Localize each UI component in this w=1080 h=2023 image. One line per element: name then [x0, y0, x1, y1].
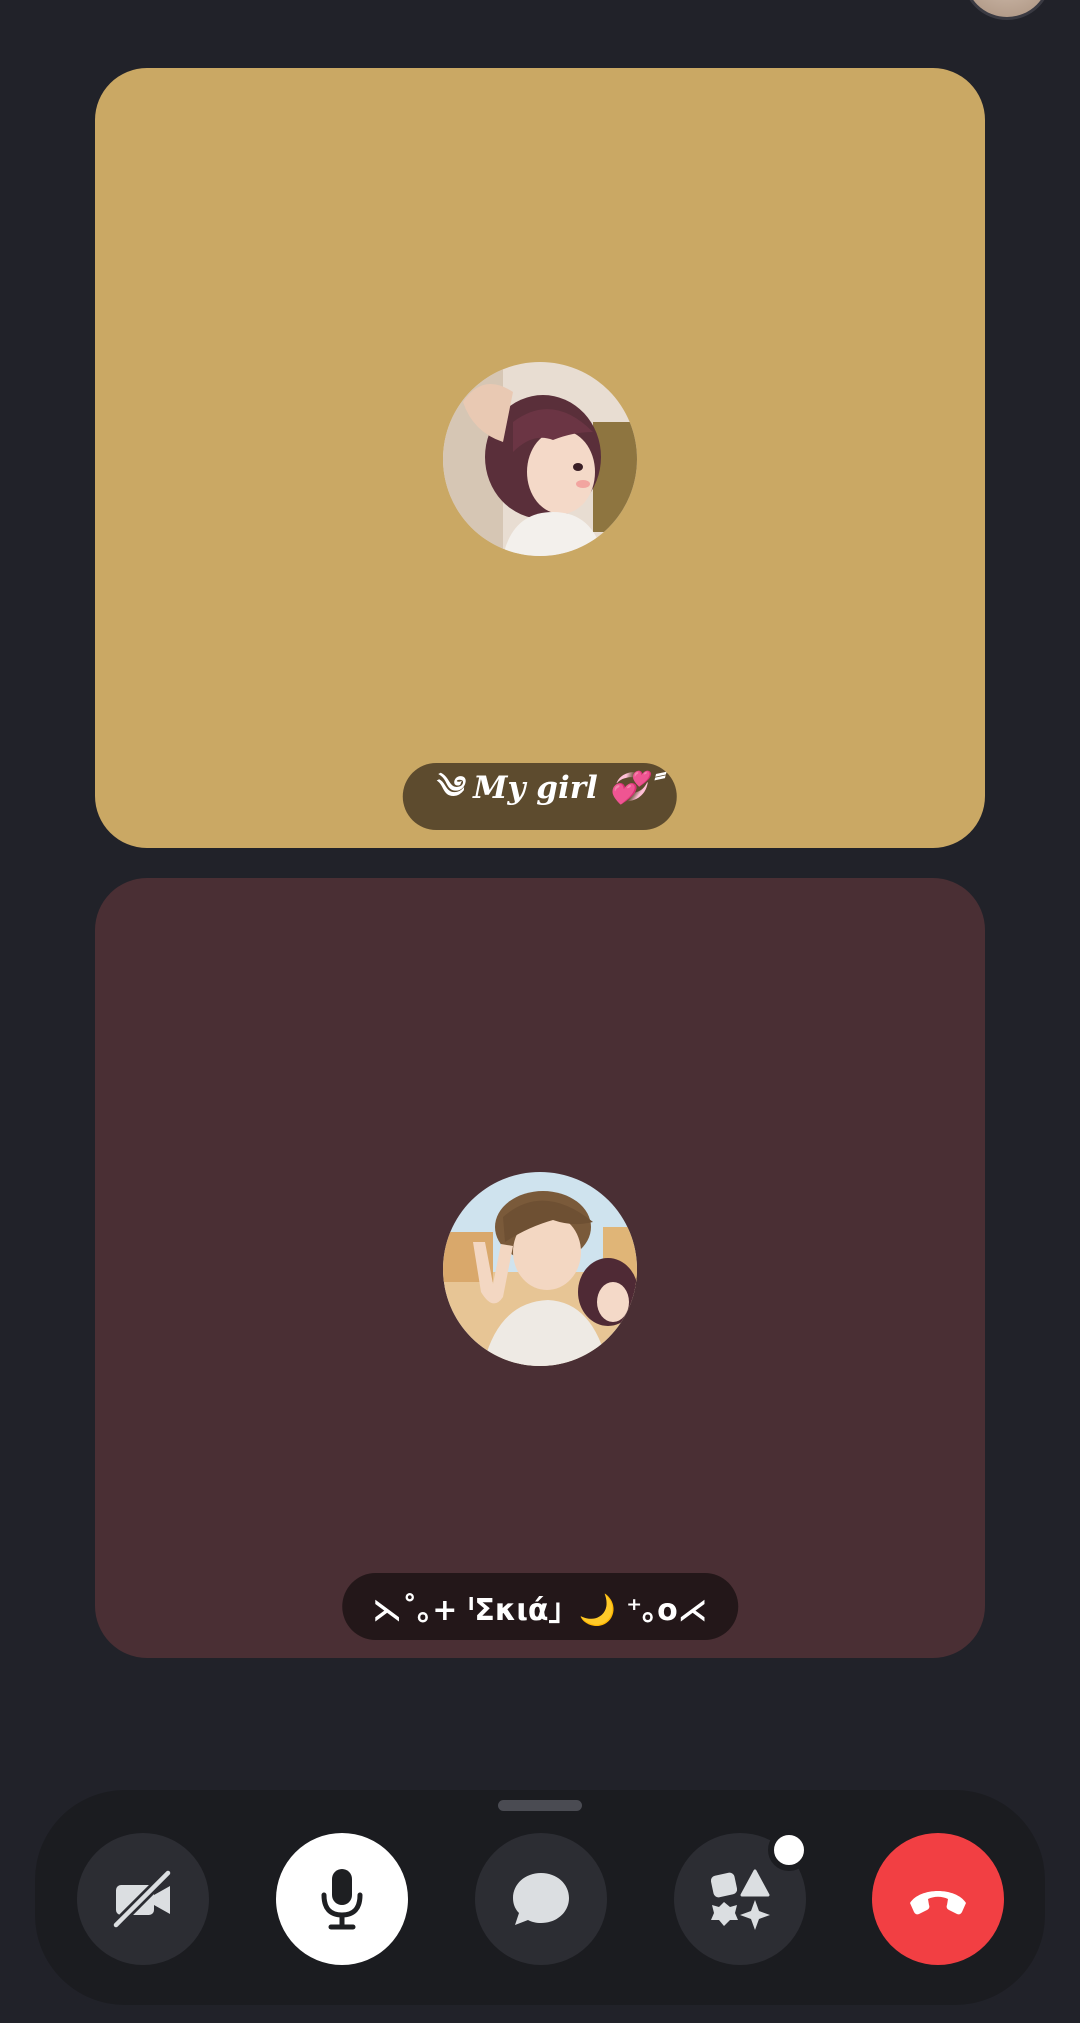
camera-off-icon	[110, 1869, 176, 1929]
participant-tile-1[interactable]: ༄ 𝑴𝒚 𝒈𝒊𝒓𝒍 💞ً	[95, 68, 985, 848]
toggle-camera-button[interactable]	[77, 1833, 209, 1965]
notification-dot	[768, 1829, 810, 1871]
participant-name-badge: ༄ 𝑴𝒚 𝒈𝒊𝒓𝒍 💞ً	[402, 763, 678, 830]
participant-avatar-2	[443, 1172, 637, 1366]
call-control-bar	[35, 1790, 1045, 2005]
anime-girl-avatar-image	[443, 362, 637, 556]
voice-call-screen: ༄ 𝑴𝒚 𝒈𝒊𝒓𝒍 💞ً ⋋˚｡+ ˡΣκιά」🌙 ⁺｡o⋌	[0, 0, 1080, 2023]
participant-name: ༄ 𝑴𝒚 𝒈𝒊𝒓𝒍 💞ً	[432, 770, 648, 806]
hang-up-icon	[906, 1879, 970, 1919]
toggle-microphone-button[interactable]	[276, 1833, 408, 1965]
activities-button[interactable]	[674, 1829, 810, 1965]
participant-name-badge: ⋋˚｡+ ˡΣκιά」🌙 ⁺｡o⋌	[342, 1573, 738, 1640]
participant-avatar-1	[443, 362, 637, 556]
participant-name: ⋋˚｡+ ˡΣκιά」🌙 ⁺｡o⋌	[372, 1592, 708, 1628]
open-chat-button[interactable]	[475, 1833, 607, 1965]
self-avatar[interactable]	[962, 0, 1052, 20]
anime-boy-peace-sign-avatar-image	[443, 1172, 637, 1366]
end-call-button[interactable]	[872, 1833, 1004, 1965]
drag-handle[interactable]	[498, 1800, 582, 1811]
microphone-icon	[319, 1867, 365, 1931]
chat-bubble-icon	[511, 1871, 571, 1927]
activities-shapes-icon	[709, 1868, 771, 1930]
participant-tile-2[interactable]: ⋋˚｡+ ˡΣκιά」🌙 ⁺｡o⋌	[95, 878, 985, 1658]
